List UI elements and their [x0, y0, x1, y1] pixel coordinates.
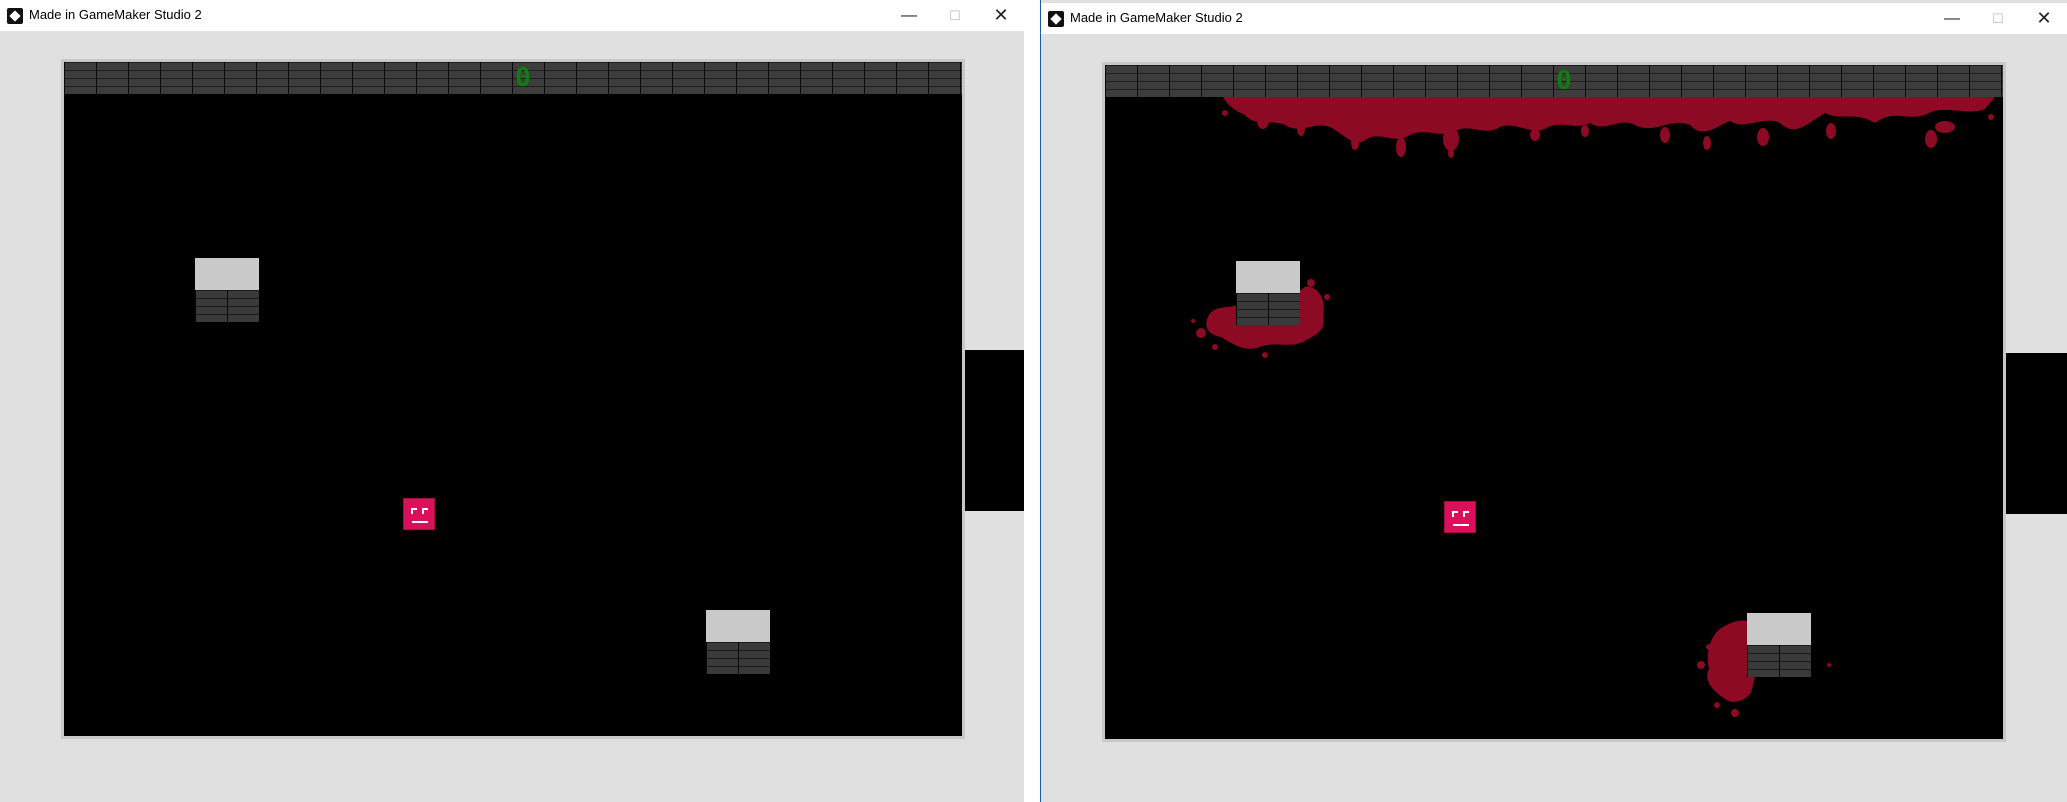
block-brick: [195, 290, 259, 322]
block-brick: [1747, 645, 1811, 677]
player-mouth: [1453, 524, 1469, 526]
solid-block: [195, 258, 259, 322]
gamemaker-app-icon: [7, 8, 23, 24]
score-counter: 0: [515, 63, 531, 93]
exit-corridor: [962, 350, 1024, 511]
game-window-right: Made in GameMaker Studio 2 — ☐ ✕ 0: [1040, 0, 2067, 802]
exit-corridor: [2003, 353, 2067, 514]
block-top: [706, 610, 770, 642]
gamemaker-app-icon: [1048, 11, 1064, 27]
player-eye: [1463, 511, 1469, 517]
player-mouth: [412, 521, 428, 523]
block-brick: [1236, 293, 1300, 325]
player-eye: [422, 508, 428, 514]
maximize-button[interactable]: ☐: [1975, 3, 2021, 34]
score-counter: 0: [1556, 66, 1572, 96]
block-top: [1747, 613, 1811, 645]
title-bar[interactable]: Made in GameMaker Studio 2 — ☐ ✕: [1041, 3, 2067, 34]
window-title: Made in GameMaker Studio 2: [1070, 10, 1243, 25]
block-brick: [706, 642, 770, 674]
player-character: [1444, 501, 1476, 533]
solid-block: [1747, 613, 1811, 677]
close-button[interactable]: ✕: [2021, 3, 2067, 34]
minimize-button[interactable]: —: [1929, 3, 1975, 34]
maximize-button[interactable]: ☐: [932, 0, 978, 31]
close-button[interactable]: ✕: [978, 0, 1024, 31]
game-room: 0: [1102, 62, 2006, 742]
player-eye: [1452, 511, 1458, 517]
game-window-left: Made in GameMaker Studio 2 — ☐ ✕ 0: [0, 0, 1024, 802]
window-title: Made in GameMaker Studio 2: [29, 7, 202, 22]
blood-splatter: [1191, 97, 1995, 717]
player-character: [403, 498, 435, 530]
minimize-button[interactable]: —: [886, 0, 932, 31]
player-eye: [411, 508, 417, 514]
block-top: [1236, 261, 1300, 293]
solid-block: [1236, 261, 1300, 325]
block-top: [195, 258, 259, 290]
game-room: 0: [61, 59, 965, 739]
title-bar[interactable]: Made in GameMaker Studio 2 — ☐ ✕: [0, 0, 1024, 31]
solid-block: [706, 610, 770, 674]
